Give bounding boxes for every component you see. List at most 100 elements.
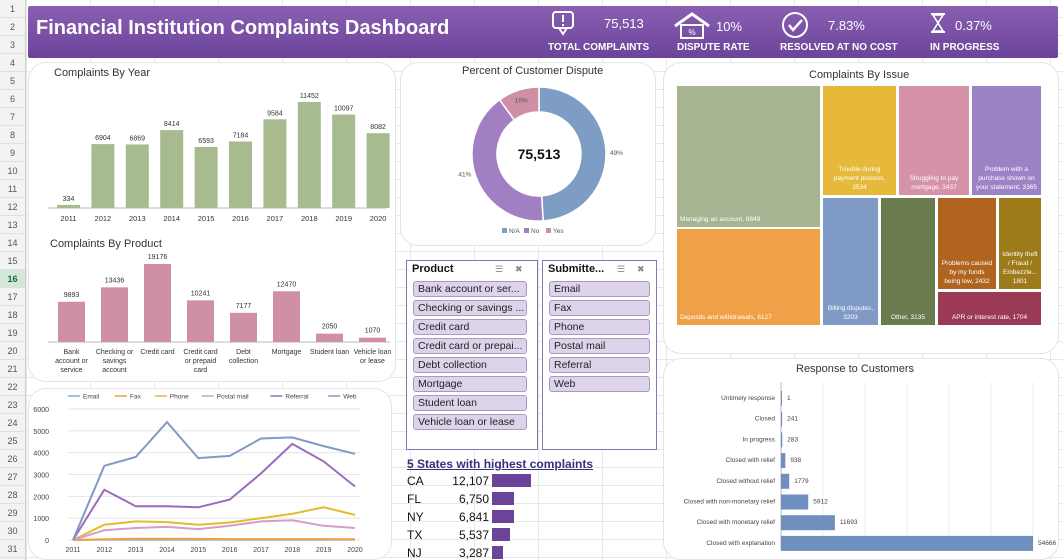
tick-label: 2015 <box>198 214 215 223</box>
tick-label: Closed with relief <box>726 457 776 464</box>
row-number[interactable]: 29 <box>0 504 25 522</box>
kpi-label: DISPUTE RATE <box>677 42 750 53</box>
slicer-item[interactable]: Email <box>549 281 650 297</box>
house-icon: % <box>674 12 710 39</box>
bar <box>781 515 835 531</box>
slicer-item[interactable]: Student loan <box>413 395 527 411</box>
complaints-by-product-chart[interactable]: 9893 Bank account or service 13436 Checking o… <box>44 250 394 380</box>
row-number[interactable]: 25 <box>0 432 25 450</box>
legend-label: Fax <box>130 394 142 401</box>
row-number[interactable]: 1 <box>0 0 25 18</box>
row-number[interactable]: 24 <box>0 414 25 432</box>
tick-label: collection <box>229 358 258 365</box>
data-label: 10241 <box>191 290 211 297</box>
response-to-customers-chart[interactable]: Untimely response 1 Closed 241 In progress 28… <box>663 378 1059 558</box>
donut-center-value: 75,513 <box>518 146 561 162</box>
row-number[interactable]: 22 <box>0 378 25 396</box>
multiselect-icon[interactable]: ☰ <box>617 264 625 275</box>
row-number[interactable]: 13 <box>0 216 25 234</box>
slicer-item[interactable]: Bank account or ser... <box>413 281 527 297</box>
tick-label: Closed with non-monetary relief <box>684 499 776 506</box>
clear-filter-icon[interactable]: ✖ <box>515 264 523 275</box>
treemap-tile[interactable]: Struggling to pay mortgage, 3437 <box>898 85 970 196</box>
kpi-value: 75,513 <box>604 16 644 31</box>
submitted-via-slicer[interactable]: Submitte... ☰ ✖ Email Fax Phone Postal m… <box>542 260 657 450</box>
bar <box>316 333 343 342</box>
row-number[interactable]: 26 <box>0 450 25 468</box>
multiselect-icon[interactable]: ☰ <box>495 264 503 275</box>
tick-label: 2012 <box>95 214 112 223</box>
tick-label: Closed without relief <box>716 478 775 485</box>
row-number[interactable]: 21 <box>0 360 25 378</box>
treemap-tile[interactable]: Problems caused by my funds being low, 2… <box>937 197 997 290</box>
row-number[interactable]: 9 <box>0 144 25 162</box>
data-label: 1 <box>787 395 791 402</box>
chart-title-year: Complaints By Year <box>54 67 150 79</box>
kpi-total-complaints: 75,513 TOTAL COMPLAINTS <box>546 6 656 58</box>
treemap-tile[interactable]: Identity theft / Fraud / Embezzle... 180… <box>998 197 1042 290</box>
treemap-tile[interactable]: APR or interest rate, 1704 <box>937 291 1042 326</box>
row-number[interactable]: 20 <box>0 342 25 360</box>
state-code: FL <box>407 492 422 506</box>
row-number[interactable]: 8 <box>0 126 25 144</box>
bar <box>144 264 171 342</box>
clear-filter-icon[interactable]: ✖ <box>637 264 645 275</box>
row-header[interactable]: 1 2 3 4 5 6 7 8 9 10 11 12 13 14 15 16 17 18 19 20 21 22 23 24 2… <box>0 0 26 560</box>
slicer-item[interactable]: Debt collection <box>413 357 527 373</box>
treemap-tile[interactable]: Deposits and withdrawals, 6127 <box>676 228 821 326</box>
complaints-by-issue-treemap[interactable]: Managing an account, 8849 Deposits and wi… <box>676 85 1042 326</box>
treemap-tile[interactable]: Other, 3135 <box>880 197 936 326</box>
row-number[interactable]: 30 <box>0 522 25 540</box>
row-number[interactable]: 28 <box>0 486 25 504</box>
complaints-by-year-chart[interactable]: 334 2011 6904 2012 6869 2013 8414 2014 6593 2015 7… <box>44 80 394 230</box>
row-number[interactable]: 31 <box>0 540 25 558</box>
bar <box>359 337 386 342</box>
slicer-item[interactable]: Fax <box>549 300 650 316</box>
row-number[interactable]: 4 <box>0 54 25 72</box>
tick-label: 2017 <box>267 214 284 223</box>
data-label: 41% <box>458 171 471 178</box>
treemap-tile[interactable]: Trouble during payment process, 3534 <box>822 85 897 196</box>
data-label: 49% <box>610 150 623 157</box>
x-tick-label: 2020 <box>347 547 363 554</box>
row-number[interactable]: 7 <box>0 108 25 126</box>
row-number[interactable]: 14 <box>0 234 25 252</box>
kpi-label: RESOLVED AT NO COST <box>780 42 898 53</box>
row-number[interactable]: 12 <box>0 198 25 216</box>
row-number[interactable]: 15 <box>0 252 25 270</box>
slicer-item[interactable]: Credit card <box>413 319 527 335</box>
row-number[interactable]: 17 <box>0 288 25 306</box>
slicer-item[interactable]: Phone <box>549 319 650 335</box>
slicer-item[interactable]: Postal mail <box>549 338 650 354</box>
slicer-item[interactable]: Credit card or prepai... <box>413 338 527 354</box>
row-number[interactable]: 5 <box>0 72 25 90</box>
treemap-tile[interactable]: Managing an account, 8849 <box>676 85 821 228</box>
row-number[interactable]: 6 <box>0 90 25 108</box>
data-label: 334 <box>63 196 75 203</box>
y-tick-label: 3000 <box>33 473 49 480</box>
row-number[interactable]: 18 <box>0 306 25 324</box>
row-number[interactable]: 2 <box>0 18 25 36</box>
y-tick-label: 0 <box>45 538 49 545</box>
row-number[interactable]: 23 <box>0 396 25 414</box>
legend-label: No <box>531 228 540 235</box>
row-number[interactable]: 3 <box>0 36 25 54</box>
tick-label: Debt <box>236 349 251 356</box>
customer-dispute-donut[interactable]: 49% 41% 10% 75,513 N/A No Yes <box>400 78 656 244</box>
treemap-tile[interactable]: Billing disputes, 3203 <box>822 197 879 326</box>
product-slicer[interactable]: Product ☰ ✖ Bank account or ser... Check… <box>406 260 538 450</box>
slicer-item[interactable]: Checking or savings ... <box>413 300 527 316</box>
state-bar <box>492 492 514 505</box>
row-number[interactable]: 27 <box>0 468 25 486</box>
row-number[interactable]: 19 <box>0 324 25 342</box>
slicer-item[interactable]: Web <box>549 376 650 392</box>
slicer-item[interactable]: Vehicle loan or lease <box>413 414 527 430</box>
treemap-tile[interactable]: Problem with a purchase shown on your st… <box>971 85 1042 196</box>
complaints-by-channel-line-chart[interactable]: 0 1000 2000 3000 4000 5000 6000 2011 2012 2013 201… <box>28 388 392 560</box>
row-number[interactable]: 11 <box>0 180 25 198</box>
row-number[interactable]: 16 <box>0 270 25 288</box>
slicer-item[interactable]: Mortgage <box>413 376 527 392</box>
data-label: 2050 <box>322 324 338 331</box>
slicer-item[interactable]: Referral <box>549 357 650 373</box>
row-number[interactable]: 10 <box>0 162 25 180</box>
